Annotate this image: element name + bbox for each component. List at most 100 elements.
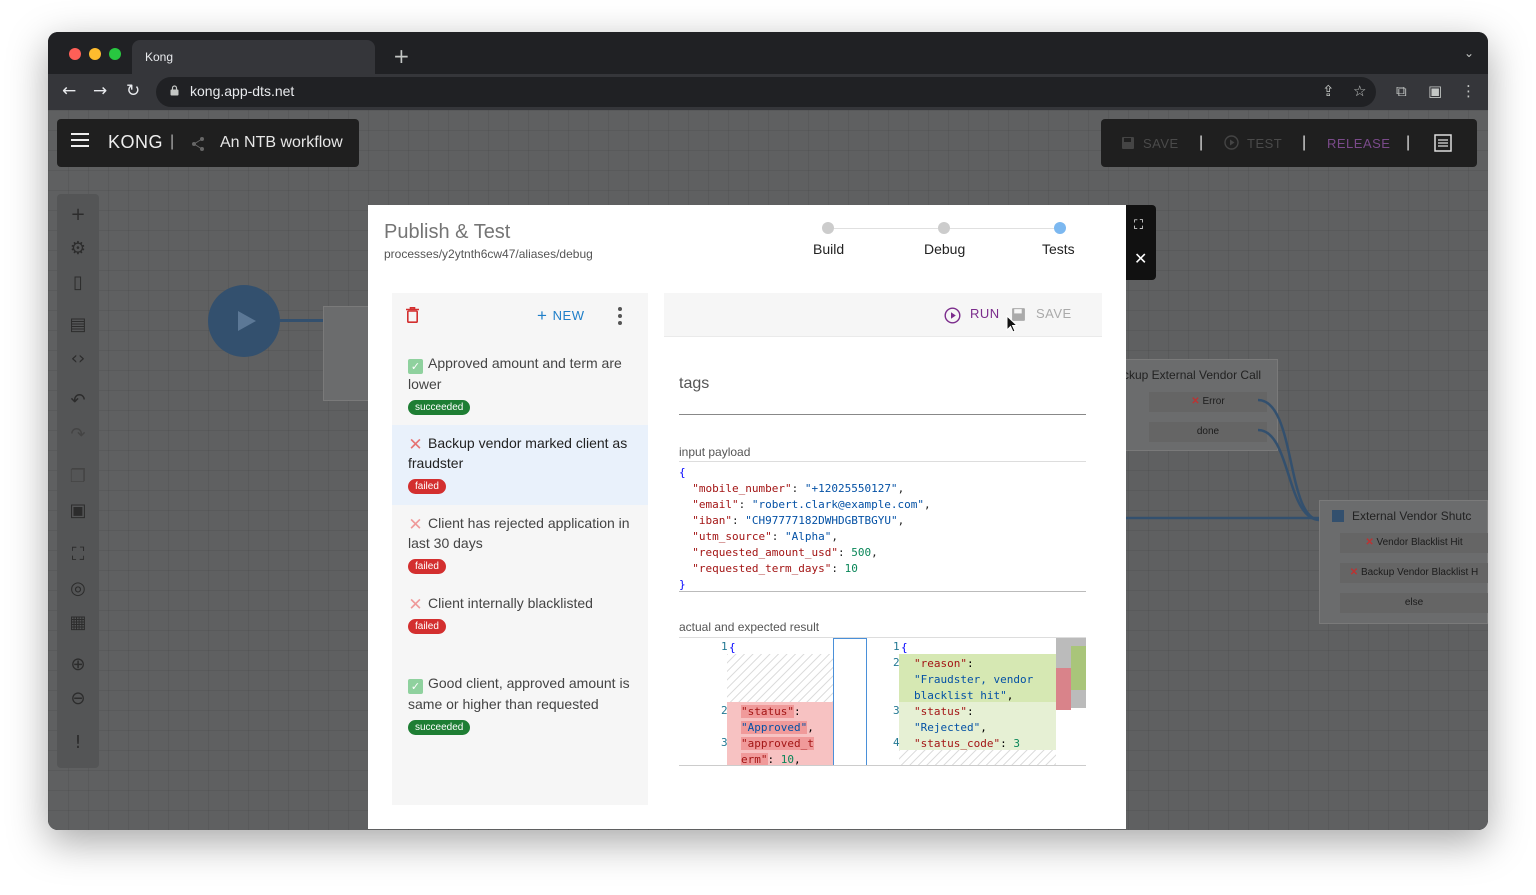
status-badge: succeeded bbox=[408, 720, 471, 735]
share-icon[interactable]: ⇪ bbox=[1322, 82, 1335, 100]
fullscreen-icon[interactable]: ⛶ bbox=[66, 544, 90, 565]
switch-node-icon bbox=[1332, 510, 1344, 522]
undo-icon[interactable]: ↶ bbox=[66, 390, 90, 411]
line-number: 1 bbox=[893, 640, 900, 653]
stepper-connector bbox=[834, 228, 938, 229]
redo-icon[interactable]: ↷ bbox=[66, 424, 90, 445]
address-bar[interactable]: kong.app-dts.net bbox=[156, 77, 1376, 107]
hamburger-menu-icon[interactable] bbox=[71, 133, 89, 151]
more-options-icon[interactable] bbox=[618, 307, 622, 328]
diff-gap bbox=[899, 750, 1056, 765]
copy-icon[interactable]: ❐ bbox=[66, 466, 90, 487]
list-view-icon[interactable] bbox=[1434, 134, 1452, 152]
stepper-connector bbox=[950, 228, 1054, 229]
step-debug[interactable]: Debug bbox=[924, 241, 965, 257]
close-window-button[interactable] bbox=[69, 48, 81, 60]
paste-document-icon[interactable]: ▤ bbox=[66, 314, 90, 335]
zoom-window-button[interactable] bbox=[109, 48, 121, 60]
lock-icon bbox=[170, 85, 179, 96]
diff-overview-ruler[interactable] bbox=[833, 638, 867, 765]
publish-test-dialog: Publish & Test processes/y2ytnth6cw47/al… bbox=[368, 205, 1156, 829]
status-badge: failed bbox=[408, 619, 446, 634]
bookmark-star-icon[interactable]: ☆ bbox=[1353, 82, 1366, 100]
test-item-selected[interactable]: ✕ Backup vendor marked client as fraudste… bbox=[392, 425, 648, 505]
node-port-else[interactable]: else bbox=[1340, 593, 1488, 613]
trash-icon[interactable]: ▯ bbox=[66, 272, 90, 293]
side-panel-icon[interactable]: ▣ bbox=[1428, 82, 1442, 100]
header-release-button[interactable]: RELEASE bbox=[1327, 136, 1390, 151]
status-badge: failed bbox=[408, 559, 446, 574]
floppy-disk-icon bbox=[1122, 137, 1134, 149]
step-dot-build[interactable] bbox=[822, 222, 834, 234]
minimize-window-button[interactable] bbox=[89, 48, 101, 60]
back-arrow-icon[interactable]: ← bbox=[62, 81, 76, 101]
new-test-button[interactable]: + NEW bbox=[537, 306, 585, 326]
code-icon[interactable]: ‹› bbox=[66, 348, 90, 369]
minimap-added-marker bbox=[1071, 646, 1086, 668]
node-port[interactable]: ✕ Backup Vendor Blacklist H bbox=[1340, 563, 1488, 583]
workflow-node[interactable] bbox=[323, 306, 373, 401]
save-test-button[interactable]: SAVE bbox=[1036, 306, 1072, 321]
node-port[interactable]: ✕ Vendor Blacklist Hit bbox=[1340, 533, 1488, 553]
test-item[interactable]: ✕ Client internally blacklisted failed bbox=[392, 585, 648, 665]
start-node[interactable] bbox=[208, 285, 280, 357]
add-icon[interactable]: + bbox=[66, 204, 90, 225]
test-list-panel: + NEW ✓ Approved amount and term are lowe… bbox=[392, 293, 648, 805]
close-icon[interactable]: ✕ bbox=[1134, 249, 1147, 268]
reload-icon[interactable]: ↻ bbox=[126, 81, 140, 101]
step-build[interactable]: Build bbox=[813, 241, 844, 257]
diff-line: "status": "Approved", bbox=[741, 705, 814, 734]
x-icon: ✕ bbox=[408, 515, 423, 535]
external-vendor-node[interactable]: External Vendor Shutc ✕ Vendor Blacklist… bbox=[1319, 500, 1488, 624]
tab-search-chevron-icon[interactable]: ⌄ bbox=[1464, 46, 1474, 60]
test-detail-panel: RUN SAVE tags input payload { "mobile_nu… bbox=[664, 293, 1102, 805]
fullscreen-icon[interactable]: ⛶ bbox=[1134, 218, 1143, 233]
step-dot-debug[interactable] bbox=[938, 222, 950, 234]
connector-curves bbox=[1126, 398, 1321, 522]
divider: | bbox=[1406, 134, 1411, 151]
diff-line: "approved_t erm": 10, bbox=[741, 737, 814, 766]
minimap-removed-marker bbox=[1056, 668, 1071, 710]
input-payload-editor[interactable]: { "mobile_number": "+12025550127", "emai… bbox=[679, 465, 931, 593]
share-nodes-icon[interactable] bbox=[190, 136, 206, 152]
gear-icon[interactable]: ⚙ bbox=[66, 238, 90, 259]
step-tests[interactable]: Tests bbox=[1042, 241, 1075, 257]
play-circle-icon bbox=[944, 307, 961, 324]
result-diff-editor[interactable]: 1 { 2 "status": "Approved", 3 "approved_… bbox=[679, 638, 1086, 766]
layout-grid-icon[interactable]: ▦ bbox=[66, 612, 90, 633]
test-item[interactable]: ✓ Good client, approved amount is same or… bbox=[392, 665, 648, 765]
forward-arrow-icon[interactable]: → bbox=[93, 81, 107, 101]
run-button[interactable]: RUN bbox=[970, 306, 1000, 321]
test-item[interactable]: ✓ Approved amount and term are lower succ… bbox=[392, 345, 648, 425]
zoom-out-icon[interactable]: ⊖ bbox=[66, 688, 90, 709]
line-number: 2 bbox=[721, 704, 728, 717]
focus-icon[interactable]: ◎ bbox=[66, 578, 90, 599]
app-header-left: KONG | An NTB workflow bbox=[57, 119, 359, 167]
warning-icon[interactable]: ! bbox=[66, 732, 90, 753]
connector bbox=[280, 319, 325, 322]
status-badge: succeeded bbox=[408, 400, 471, 415]
step-dot-tests[interactable] bbox=[1054, 222, 1066, 234]
test-item[interactable]: ✕ Client has rejected application in last… bbox=[392, 505, 648, 585]
header-save-button[interactable]: SAVE bbox=[1143, 136, 1179, 151]
browser-tab[interactable]: Kong bbox=[132, 40, 375, 74]
x-icon: ✕ bbox=[408, 435, 423, 455]
x-icon: ✕ bbox=[408, 595, 423, 615]
extensions-puzzle-icon[interactable]: ⧉ bbox=[1396, 82, 1407, 100]
minimap-added-marker bbox=[1071, 668, 1086, 690]
check-icon: ✓ bbox=[408, 679, 423, 694]
divider: | bbox=[170, 133, 175, 150]
line-number: 1 bbox=[721, 640, 728, 653]
test-detail-toolbar: RUN SAVE bbox=[664, 293, 1102, 337]
tool-sidebar: + ⚙ ▯ ▤ ‹› ↶ ↷ ❐ ▣ ⛶ ◎ ▦ ⊕ ⊖ ! bbox=[57, 194, 99, 768]
delete-trash-icon[interactable] bbox=[406, 307, 419, 323]
clipboard-icon[interactable]: ▣ bbox=[66, 500, 90, 521]
header-test-button[interactable]: TEST bbox=[1247, 136, 1282, 151]
dialog-side-controls: ⛶ ✕ bbox=[1126, 205, 1156, 280]
zoom-in-icon[interactable]: ⊕ bbox=[66, 654, 90, 675]
tags-field[interactable]: tags bbox=[679, 375, 709, 393]
app-brand: KONG bbox=[108, 132, 164, 152]
new-tab-button[interactable]: + bbox=[393, 44, 410, 68]
play-circle-icon bbox=[1224, 135, 1239, 150]
browser-menu-icon[interactable]: ⋮ bbox=[1461, 82, 1476, 100]
